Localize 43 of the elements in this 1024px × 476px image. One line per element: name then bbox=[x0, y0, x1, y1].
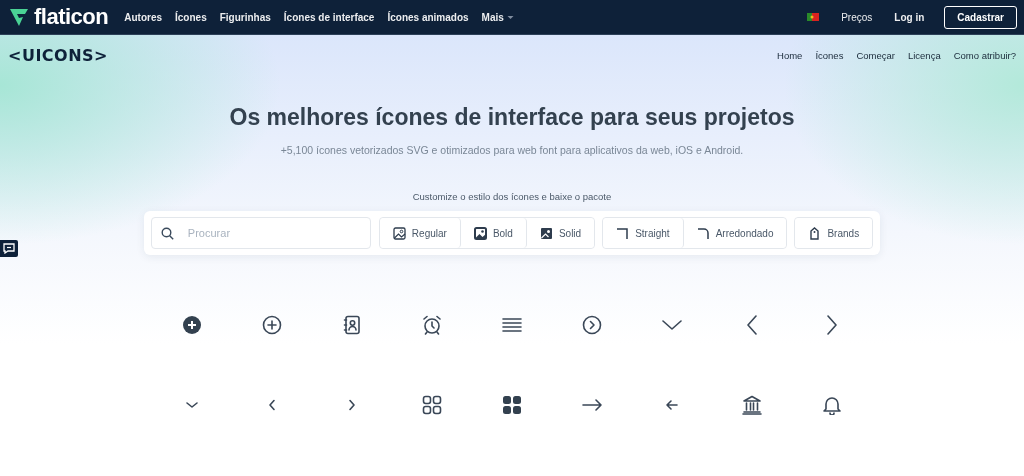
nav-link[interactable]: Ícones animados bbox=[387, 11, 469, 23]
chevron-circle-icon[interactable] bbox=[582, 315, 602, 335]
feedback-icon[interactable] bbox=[0, 240, 18, 257]
menu-icon[interactable] bbox=[502, 315, 522, 335]
plus-circle-icon[interactable] bbox=[262, 315, 282, 335]
image-icon bbox=[392, 226, 406, 240]
image-icon bbox=[539, 226, 553, 240]
bank-icon[interactable] bbox=[742, 395, 762, 415]
nav-link[interactable]: Figurinhas bbox=[219, 11, 271, 23]
subnav-link[interactable]: Começar bbox=[856, 49, 895, 61]
portugal-flag-icon[interactable] bbox=[807, 13, 820, 21]
customize-label: Customize o estilo dos ícones e baixe o pacote bbox=[412, 191, 612, 202]
alarm-clock-icon[interactable] bbox=[422, 315, 442, 335]
subnav-link[interactable]: Licença bbox=[907, 49, 941, 61]
logo-icon bbox=[8, 6, 30, 28]
plus-circle-icon[interactable] bbox=[182, 315, 202, 335]
page-title: Os melhores ícones de interface para seus projetos bbox=[229, 104, 795, 131]
nav-link[interactable]: Autores bbox=[124, 11, 163, 23]
tag-icon bbox=[808, 226, 822, 240]
nav-link[interactable]: Log in bbox=[894, 11, 925, 23]
bell-icon[interactable] bbox=[822, 395, 842, 415]
page-subtitle: +5,100 ícones vetorizados SVG e otimizados para web font para aplicativos da web, iOS e Android. bbox=[280, 144, 744, 156]
grid-icon[interactable] bbox=[422, 395, 442, 415]
corner-icon bbox=[696, 226, 710, 240]
nav-link[interactable]: Mais bbox=[481, 11, 514, 23]
search-field[interactable]: Procurar bbox=[150, 217, 371, 249]
grid-icon[interactable] bbox=[502, 395, 522, 415]
subnav-link[interactable]: Home bbox=[777, 49, 803, 61]
signup-button[interactable]: Cadastrar bbox=[944, 5, 1017, 29]
style-option-button[interactable]: Regular bbox=[379, 218, 461, 248]
style-option-button[interactable]: Straight bbox=[603, 218, 684, 248]
nav-link[interactable]: Ícones bbox=[175, 11, 207, 23]
nav-link[interactable]: Preços bbox=[841, 11, 873, 23]
corner-icon bbox=[616, 226, 630, 240]
style-option-button[interactable]: Brands bbox=[795, 218, 873, 248]
contact-book-icon[interactable] bbox=[342, 315, 362, 335]
brand-name[interactable]: flaticon bbox=[34, 4, 109, 30]
subnav-link[interactable]: Como atribuir? bbox=[953, 49, 1016, 61]
subnav-link[interactable]: Ícones bbox=[815, 49, 844, 61]
nav-link[interactable]: Ícones de interface bbox=[283, 11, 375, 23]
image-icon bbox=[473, 226, 487, 240]
uicons-logo[interactable]: <UICONS> bbox=[8, 45, 108, 65]
caret-icon bbox=[506, 14, 514, 20]
